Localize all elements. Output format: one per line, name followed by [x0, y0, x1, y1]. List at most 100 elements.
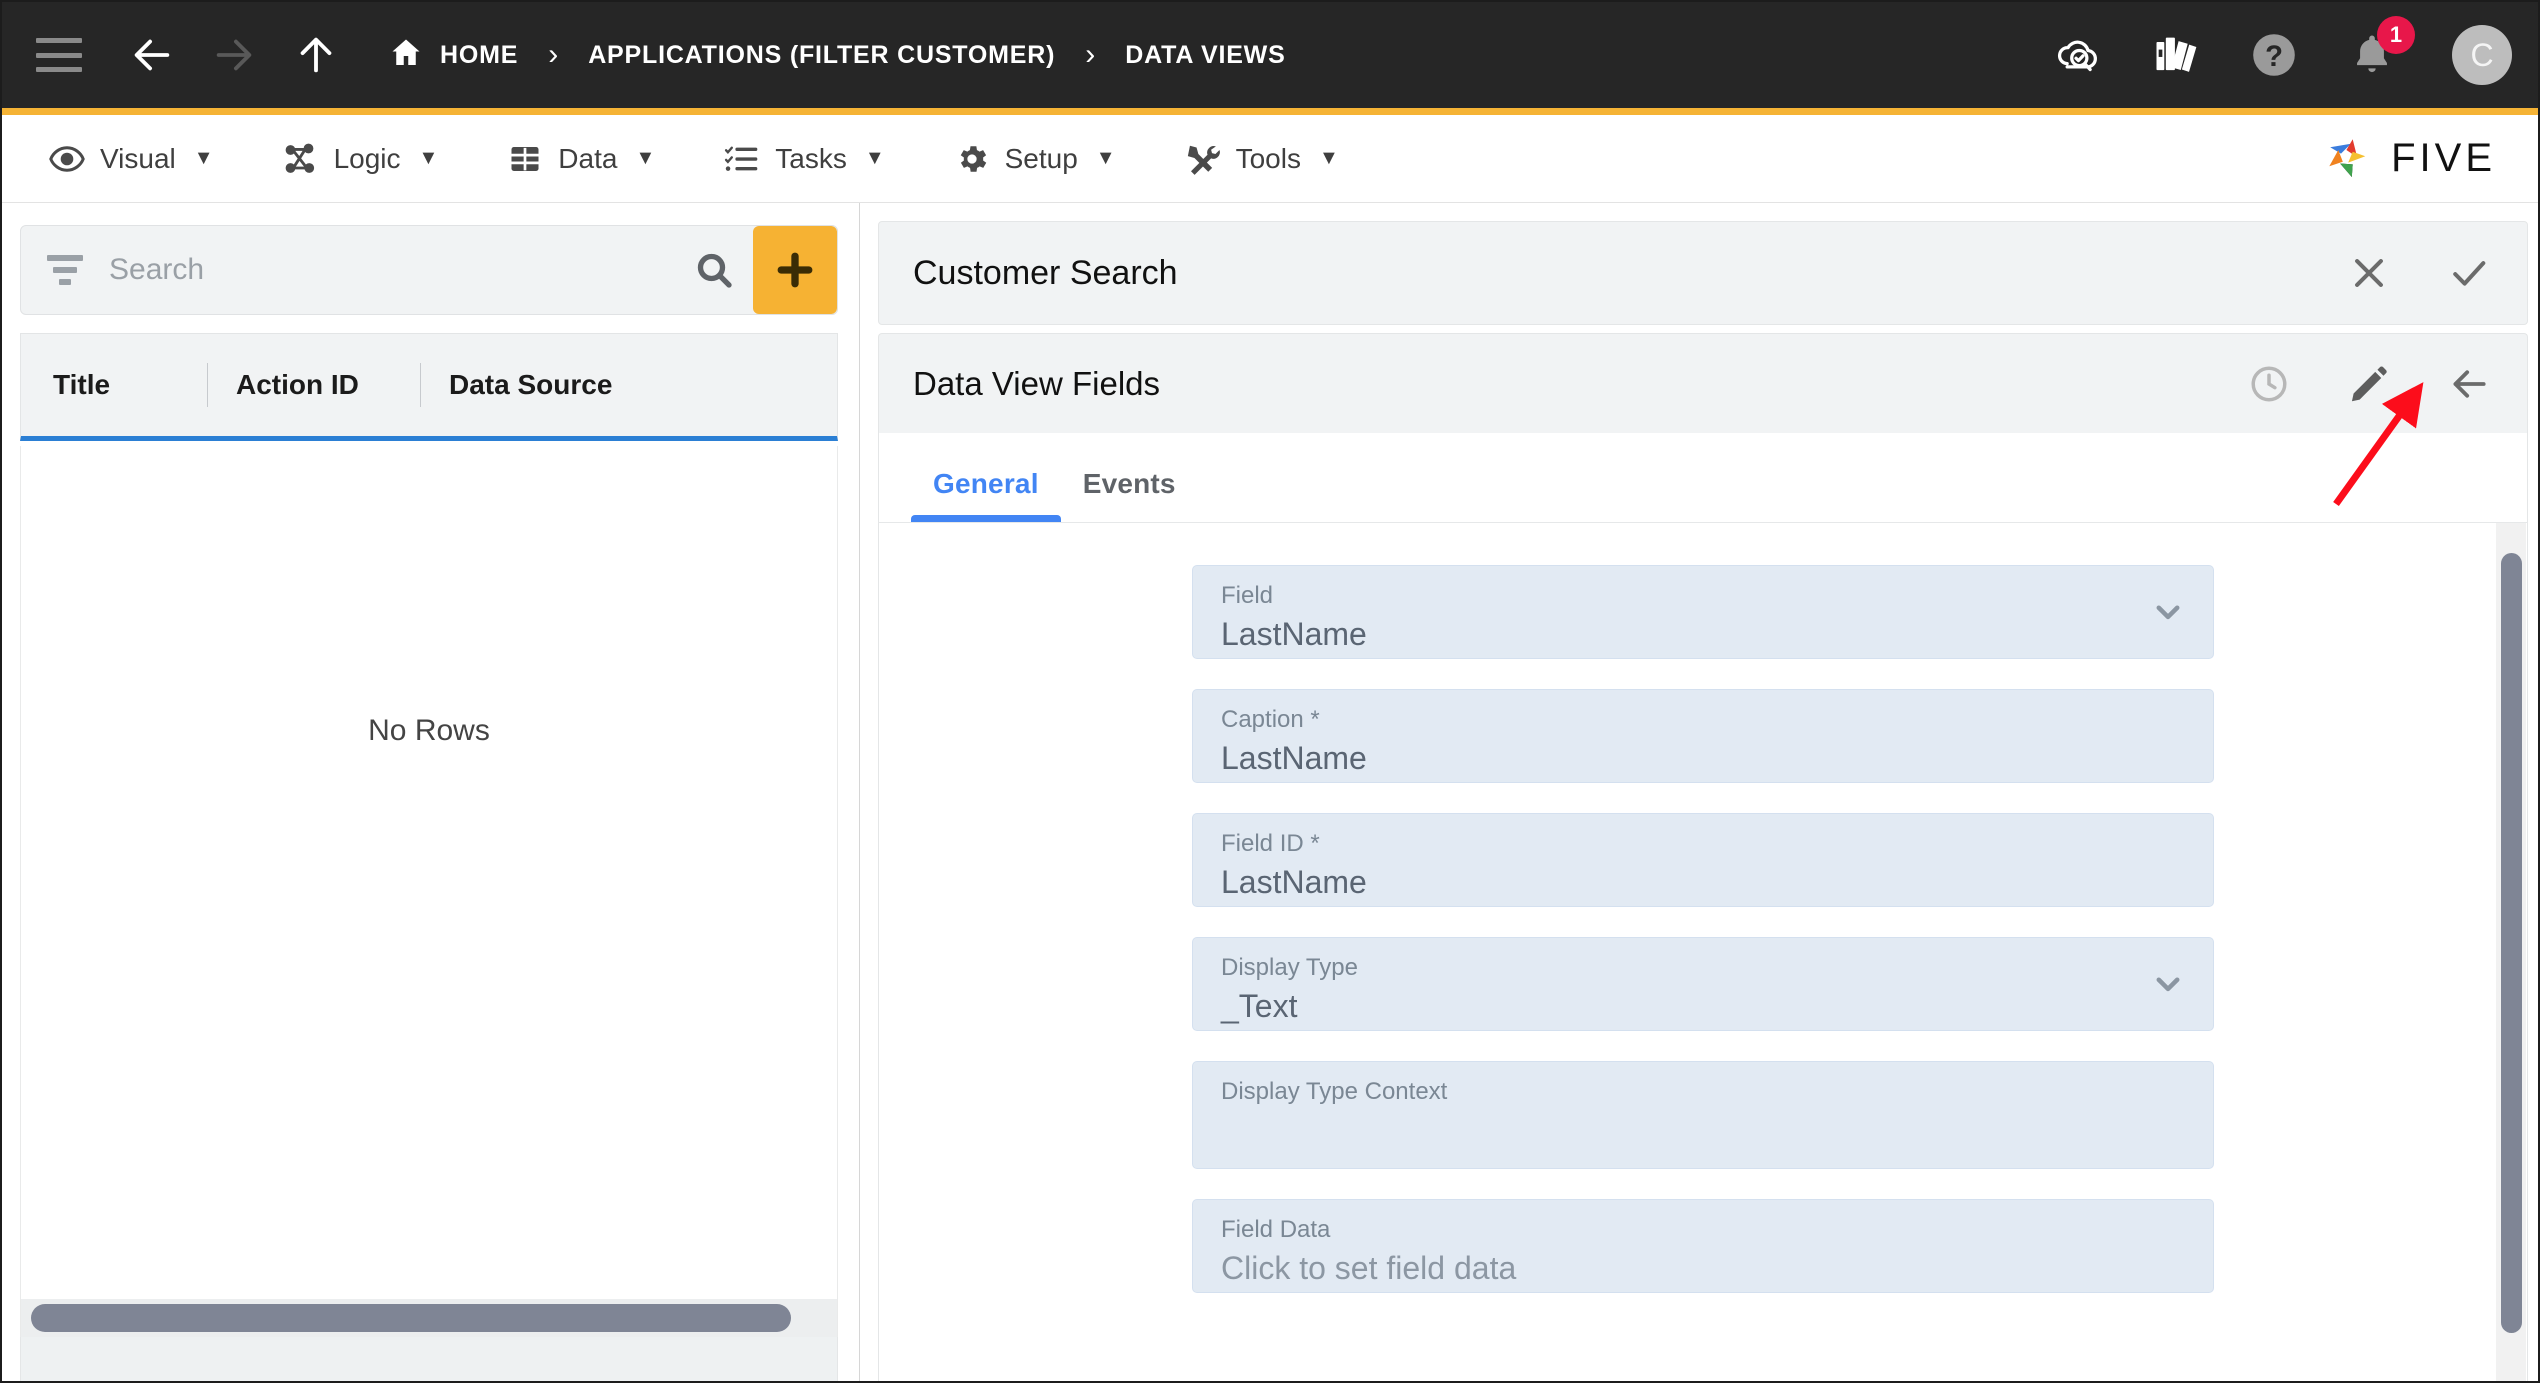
back-arrow-icon[interactable] [124, 27, 180, 83]
tab-general[interactable]: General [911, 468, 1061, 522]
notification-badge: 1 [2377, 16, 2415, 54]
chevron-down-icon: ▼ [418, 147, 439, 169]
column-header-data-source[interactable]: Data Source [421, 334, 612, 436]
section-header: Data View Fields [878, 333, 2528, 433]
up-arrow-icon[interactable] [288, 27, 344, 83]
field-field[interactable]: Field LastName [1192, 565, 2214, 659]
detail-panel: Customer Search Data View Fields General… [868, 203, 2538, 1381]
field-display-type-context[interactable]: Display Type Context [1192, 1061, 2214, 1169]
menu-label-tools: Tools [1235, 142, 1301, 174]
list-column-headers: Title Action ID Data Source [20, 333, 838, 441]
field-label-field: Field [1221, 582, 1274, 609]
field-display-type[interactable]: Display Type _Text [1192, 937, 2214, 1031]
chevron-down-icon[interactable] [2151, 967, 2185, 1001]
tab-bar: General Events [878, 433, 2528, 523]
forward-arrow-icon[interactable] [206, 27, 262, 83]
chevron-down-icon[interactable] [2151, 595, 2185, 629]
gear-icon [953, 140, 991, 178]
menu-label-tasks: Tasks [775, 142, 847, 174]
eye-icon [48, 140, 86, 178]
field-label-display-type: Display Type [1221, 954, 1358, 981]
add-record-button[interactable] [753, 226, 837, 314]
five-logo: FIVE [2323, 132, 2496, 186]
menu-label-logic: Logic [333, 142, 401, 174]
field-value-caption: LastName [1221, 739, 1367, 776]
close-icon[interactable] [2345, 249, 2393, 297]
svg-text:?: ? [2265, 41, 2283, 73]
list-footer [20, 1337, 838, 1381]
column-header-title[interactable]: Title [21, 334, 207, 436]
record-header-actions [2345, 249, 2493, 297]
hamburger-menu-icon[interactable] [36, 38, 82, 72]
horizontal-scrollbar-thumb[interactable] [31, 1304, 791, 1332]
section-title: Data View Fields [913, 364, 1161, 402]
menu-item-data[interactable]: Data ▼ [506, 140, 655, 178]
menu-item-logic[interactable]: Logic ▼ [282, 140, 439, 178]
menu-label-setup: Setup [1004, 142, 1078, 174]
field-value-field-data: Click to set field data [1221, 1249, 1517, 1286]
user-avatar[interactable]: C [2452, 25, 2512, 85]
breadcrumb-item-data-views[interactable]: DATA VIEWS [1125, 41, 1285, 70]
field-value-display-type: _Text [1221, 987, 1298, 1024]
back-arrow-icon[interactable] [2445, 360, 2493, 408]
confirm-check-icon[interactable] [2445, 249, 2493, 297]
main-menu-bar: Visual ▼ Logic ▼ Data ▼ Tasks ▼ Setup ▼ … [2, 115, 2538, 203]
vertical-scrollbar-track[interactable] [2496, 523, 2526, 1381]
field-field-id[interactable]: Field ID * LastName [1192, 813, 2214, 907]
horizontal-scrollbar-track[interactable] [21, 1299, 837, 1337]
search-icon[interactable] [683, 250, 745, 290]
filter-icon[interactable] [43, 255, 87, 285]
form-scroll-area: Field LastName Caption * LastName Field … [878, 523, 2528, 1381]
menu-item-tools[interactable]: Tools ▼ [1184, 140, 1339, 178]
chevron-down-icon: ▼ [635, 147, 656, 169]
menu-label-visual: Visual [100, 142, 176, 174]
column-header-action-id[interactable]: Action ID [208, 334, 420, 436]
field-label-field-id: Field ID * [1221, 830, 1320, 857]
history-clock-icon[interactable] [2245, 360, 2293, 408]
breadcrumb-separator: › [548, 38, 559, 71]
breadcrumb-label-home: HOME [440, 40, 519, 69]
edit-pencil-icon[interactable] [2345, 360, 2393, 408]
field-field-data[interactable]: Field Data Click to set field data [1192, 1199, 2214, 1293]
empty-state-message: No Rows [368, 714, 490, 747]
field-label-display-type-context: Display Type Context [1221, 1078, 1448, 1105]
breadcrumb-separator-2: › [1085, 38, 1096, 71]
chevron-down-icon: ▼ [864, 147, 885, 169]
accent-rule [2, 108, 2538, 115]
top-navigation-bar: HOME › APPLICATIONS (FILTER CUSTOMER) › … [2, 2, 2538, 108]
data-views-list-panel: Title Action ID Data Source No Rows [2, 203, 860, 1381]
library-books-icon[interactable] [2150, 29, 2202, 81]
chevron-down-icon: ▼ [1318, 147, 1339, 169]
chevron-down-icon: ▼ [1095, 147, 1116, 169]
wrench-screwdriver-icon [1184, 140, 1222, 178]
field-value-field-id: LastName [1221, 863, 1367, 900]
field-value-field: LastName [1221, 615, 1367, 652]
form-fields: Field LastName Caption * LastName Field … [879, 523, 2527, 1323]
breadcrumb-item-applications[interactable]: APPLICATIONS (FILTER CUSTOMER) [588, 41, 1055, 70]
table-grid-icon [506, 140, 544, 178]
topbar-actions: ? 1 C [2052, 16, 2512, 85]
search-bar [20, 225, 838, 315]
search-input[interactable] [87, 253, 683, 287]
page-title: Customer Search [913, 253, 1178, 292]
section-header-actions [2245, 360, 2493, 408]
logic-nodes-icon [282, 140, 320, 178]
cloud-check-icon[interactable] [2052, 29, 2104, 81]
chevron-down-icon: ▼ [193, 147, 214, 169]
field-caption[interactable]: Caption * LastName [1192, 689, 2214, 783]
menu-item-tasks[interactable]: Tasks ▼ [723, 140, 885, 178]
five-logo-mark [2329, 138, 2366, 177]
record-header: Customer Search [878, 221, 2528, 325]
menu-item-visual[interactable]: Visual ▼ [48, 140, 214, 178]
tab-events[interactable]: Events [1061, 468, 1198, 522]
menu-item-setup[interactable]: Setup ▼ [953, 140, 1116, 178]
home-icon [388, 35, 424, 76]
help-icon[interactable]: ? [2248, 29, 2300, 81]
application-window: HOME › APPLICATIONS (FILTER CUSTOMER) › … [0, 0, 2540, 1383]
breadcrumb-item-home[interactable]: HOME [388, 35, 518, 76]
menu-label-data: Data [558, 142, 618, 174]
vertical-scrollbar-thumb[interactable] [2501, 553, 2522, 1333]
notifications-bell-icon[interactable]: 1 [2346, 16, 2415, 81]
checklist-icon [723, 140, 761, 178]
field-label-field-data: Field Data [1221, 1216, 1331, 1243]
